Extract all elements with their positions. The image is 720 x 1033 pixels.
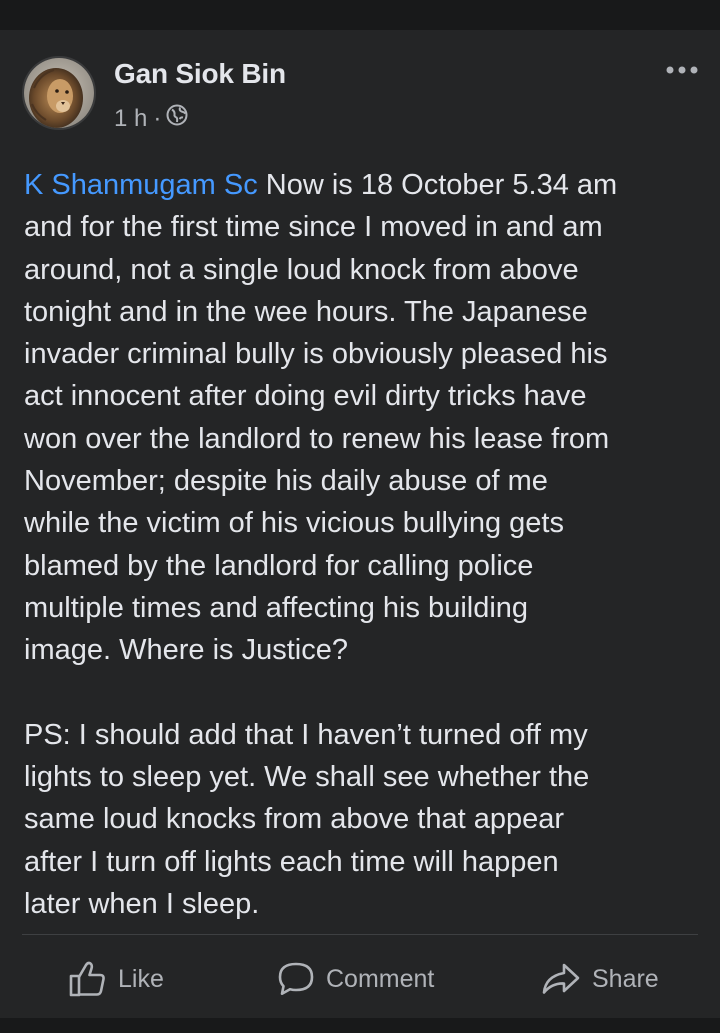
- author-avatar[interactable]: [22, 56, 96, 130]
- ps-line: lights to sleep yet. We shall see whethe…: [24, 761, 590, 794]
- post-line: November; despite his daily abuse of me: [24, 465, 548, 498]
- ps-line: later when I sleep.: [24, 888, 260, 921]
- ps-line: PS: I should add that I haven’t turned o…: [24, 718, 588, 751]
- globe-icon[interactable]: [166, 104, 188, 133]
- share-button[interactable]: Share: [540, 954, 659, 1004]
- post-line: image. Where is Justice?: [24, 634, 348, 667]
- ps-line: same loud knocks from above that appear: [24, 803, 565, 836]
- post-line: won over the landlord to renew his lease…: [24, 422, 610, 455]
- post-meta: 1 h ·: [114, 104, 188, 133]
- like-label: Like: [118, 964, 164, 993]
- post-line: and for the first time since I moved in …: [24, 211, 603, 244]
- post-line: act innocent after doing evil dirty tric…: [24, 380, 587, 413]
- more-dots-icon: [666, 66, 698, 74]
- post-line: tonight and in the wee hours. The Japane…: [24, 295, 588, 328]
- post-line-1: K Shanmugam Sc Now is 18 October 5.34 am: [24, 164, 704, 206]
- comment-bubble-icon: [278, 962, 314, 995]
- mention-link[interactable]: K Shanmugam Sc: [24, 169, 258, 201]
- ps-line: after I turn off lights each time will h…: [24, 845, 559, 878]
- post-timestamp[interactable]: 1 h: [114, 105, 147, 133]
- like-button[interactable]: Like: [68, 954, 164, 1004]
- share-label: Share: [592, 964, 659, 993]
- meta-separator: ·: [153, 104, 162, 132]
- post-line: around, not a single loud knock from abo…: [24, 253, 579, 286]
- post-line: blamed by the landlord for calling polic…: [24, 549, 534, 582]
- share-arrow-icon: [542, 963, 580, 994]
- post-line: multiple times and affecting his buildin…: [24, 591, 529, 624]
- post-line: invader criminal bully is obviously plea…: [24, 338, 608, 371]
- lion-avatar-image: [24, 58, 94, 128]
- author-name[interactable]: Gan Siok Bin: [114, 58, 286, 90]
- actions-divider: [22, 934, 698, 935]
- post-line-text: Now is 18 October 5.34 am: [257, 169, 618, 201]
- more-options-button[interactable]: [664, 58, 700, 82]
- post-line: while the victim of his vicious bullying…: [24, 507, 564, 540]
- thumbs-up-icon: [69, 961, 105, 997]
- comment-label: Comment: [326, 964, 435, 993]
- top-strip: [0, 0, 720, 24]
- comment-button[interactable]: Comment: [276, 954, 434, 1004]
- post-body: K Shanmugam Sc Now is 18 October 5.34 am…: [24, 164, 704, 925]
